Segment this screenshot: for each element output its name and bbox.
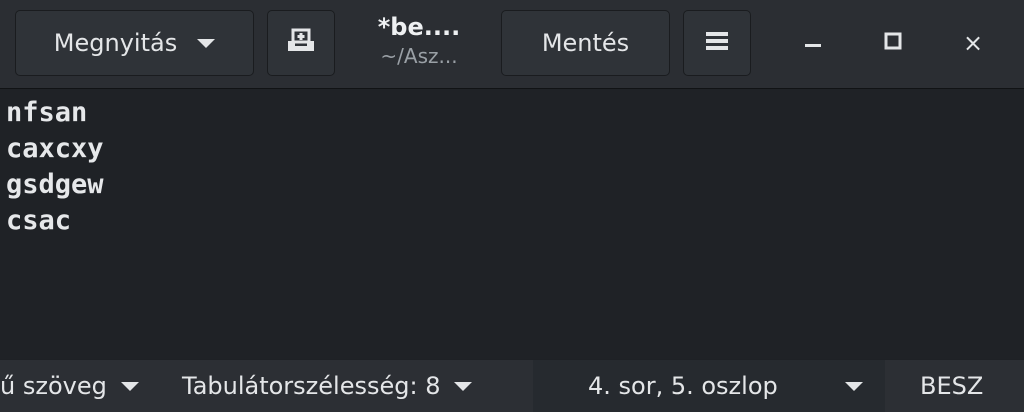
insert-mode-label: BESZ [920, 372, 984, 400]
hamburger-menu-icon [706, 29, 728, 57]
chevron-down-icon [197, 38, 216, 48]
tab-width-selector[interactable]: Tabulátorszélesség: 8 [182, 360, 473, 412]
new-document-icon [286, 27, 316, 59]
chevron-down-icon [120, 381, 139, 391]
open-button[interactable]: Megnyitás [15, 10, 254, 76]
maximize-icon [884, 32, 902, 54]
language-selector[interactable]: ű szöveg [0, 360, 139, 412]
editor-line: caxcxy [6, 133, 104, 164]
close-icon: × [962, 29, 984, 57]
language-label: ű szöveg [0, 372, 107, 400]
text-editor-window: Megnyitás *be.... ~/Asz... Mentés × nfsa… [0, 0, 1024, 412]
new-document-button[interactable] [267, 10, 335, 76]
chevron-down-icon [454, 381, 473, 391]
open-button-label: Megnyitás [53, 29, 178, 57]
maximize-button[interactable] [868, 18, 918, 68]
editor-line: csac [6, 205, 72, 236]
document-path: ~/Asz... [380, 44, 458, 68]
save-button-label: Mentés [541, 29, 630, 57]
close-button[interactable]: × [948, 18, 998, 68]
minimize-icon [804, 32, 822, 54]
cursor-position-label: 4. sor, 5. oszlop [588, 372, 778, 400]
main-menu-button[interactable] [683, 10, 751, 76]
save-button[interactable]: Mentés [501, 10, 670, 76]
status-bar: ű szöveg Tabulátorszélesség: 8 4. sor, 5… [0, 360, 1024, 412]
editor-line: gsdgew [6, 169, 104, 200]
cursor-position-selector[interactable]: 4. sor, 5. oszlop [533, 360, 885, 412]
text-editor-area[interactable]: nfsan caxcxy gsdgew csac [0, 89, 1024, 359]
tab-width-label: Tabulátorszélesség: 8 [182, 372, 441, 400]
chevron-down-icon [845, 381, 863, 391]
document-title: *be.... [377, 13, 461, 41]
editor-line: nfsan [6, 97, 88, 128]
insert-mode-indicator: BESZ [920, 360, 983, 412]
minimize-button[interactable] [788, 18, 838, 68]
document-title-block: *be.... ~/Asz... [350, 12, 488, 70]
header-bar: Megnyitás *be.... ~/Asz... Mentés × [0, 0, 1024, 89]
